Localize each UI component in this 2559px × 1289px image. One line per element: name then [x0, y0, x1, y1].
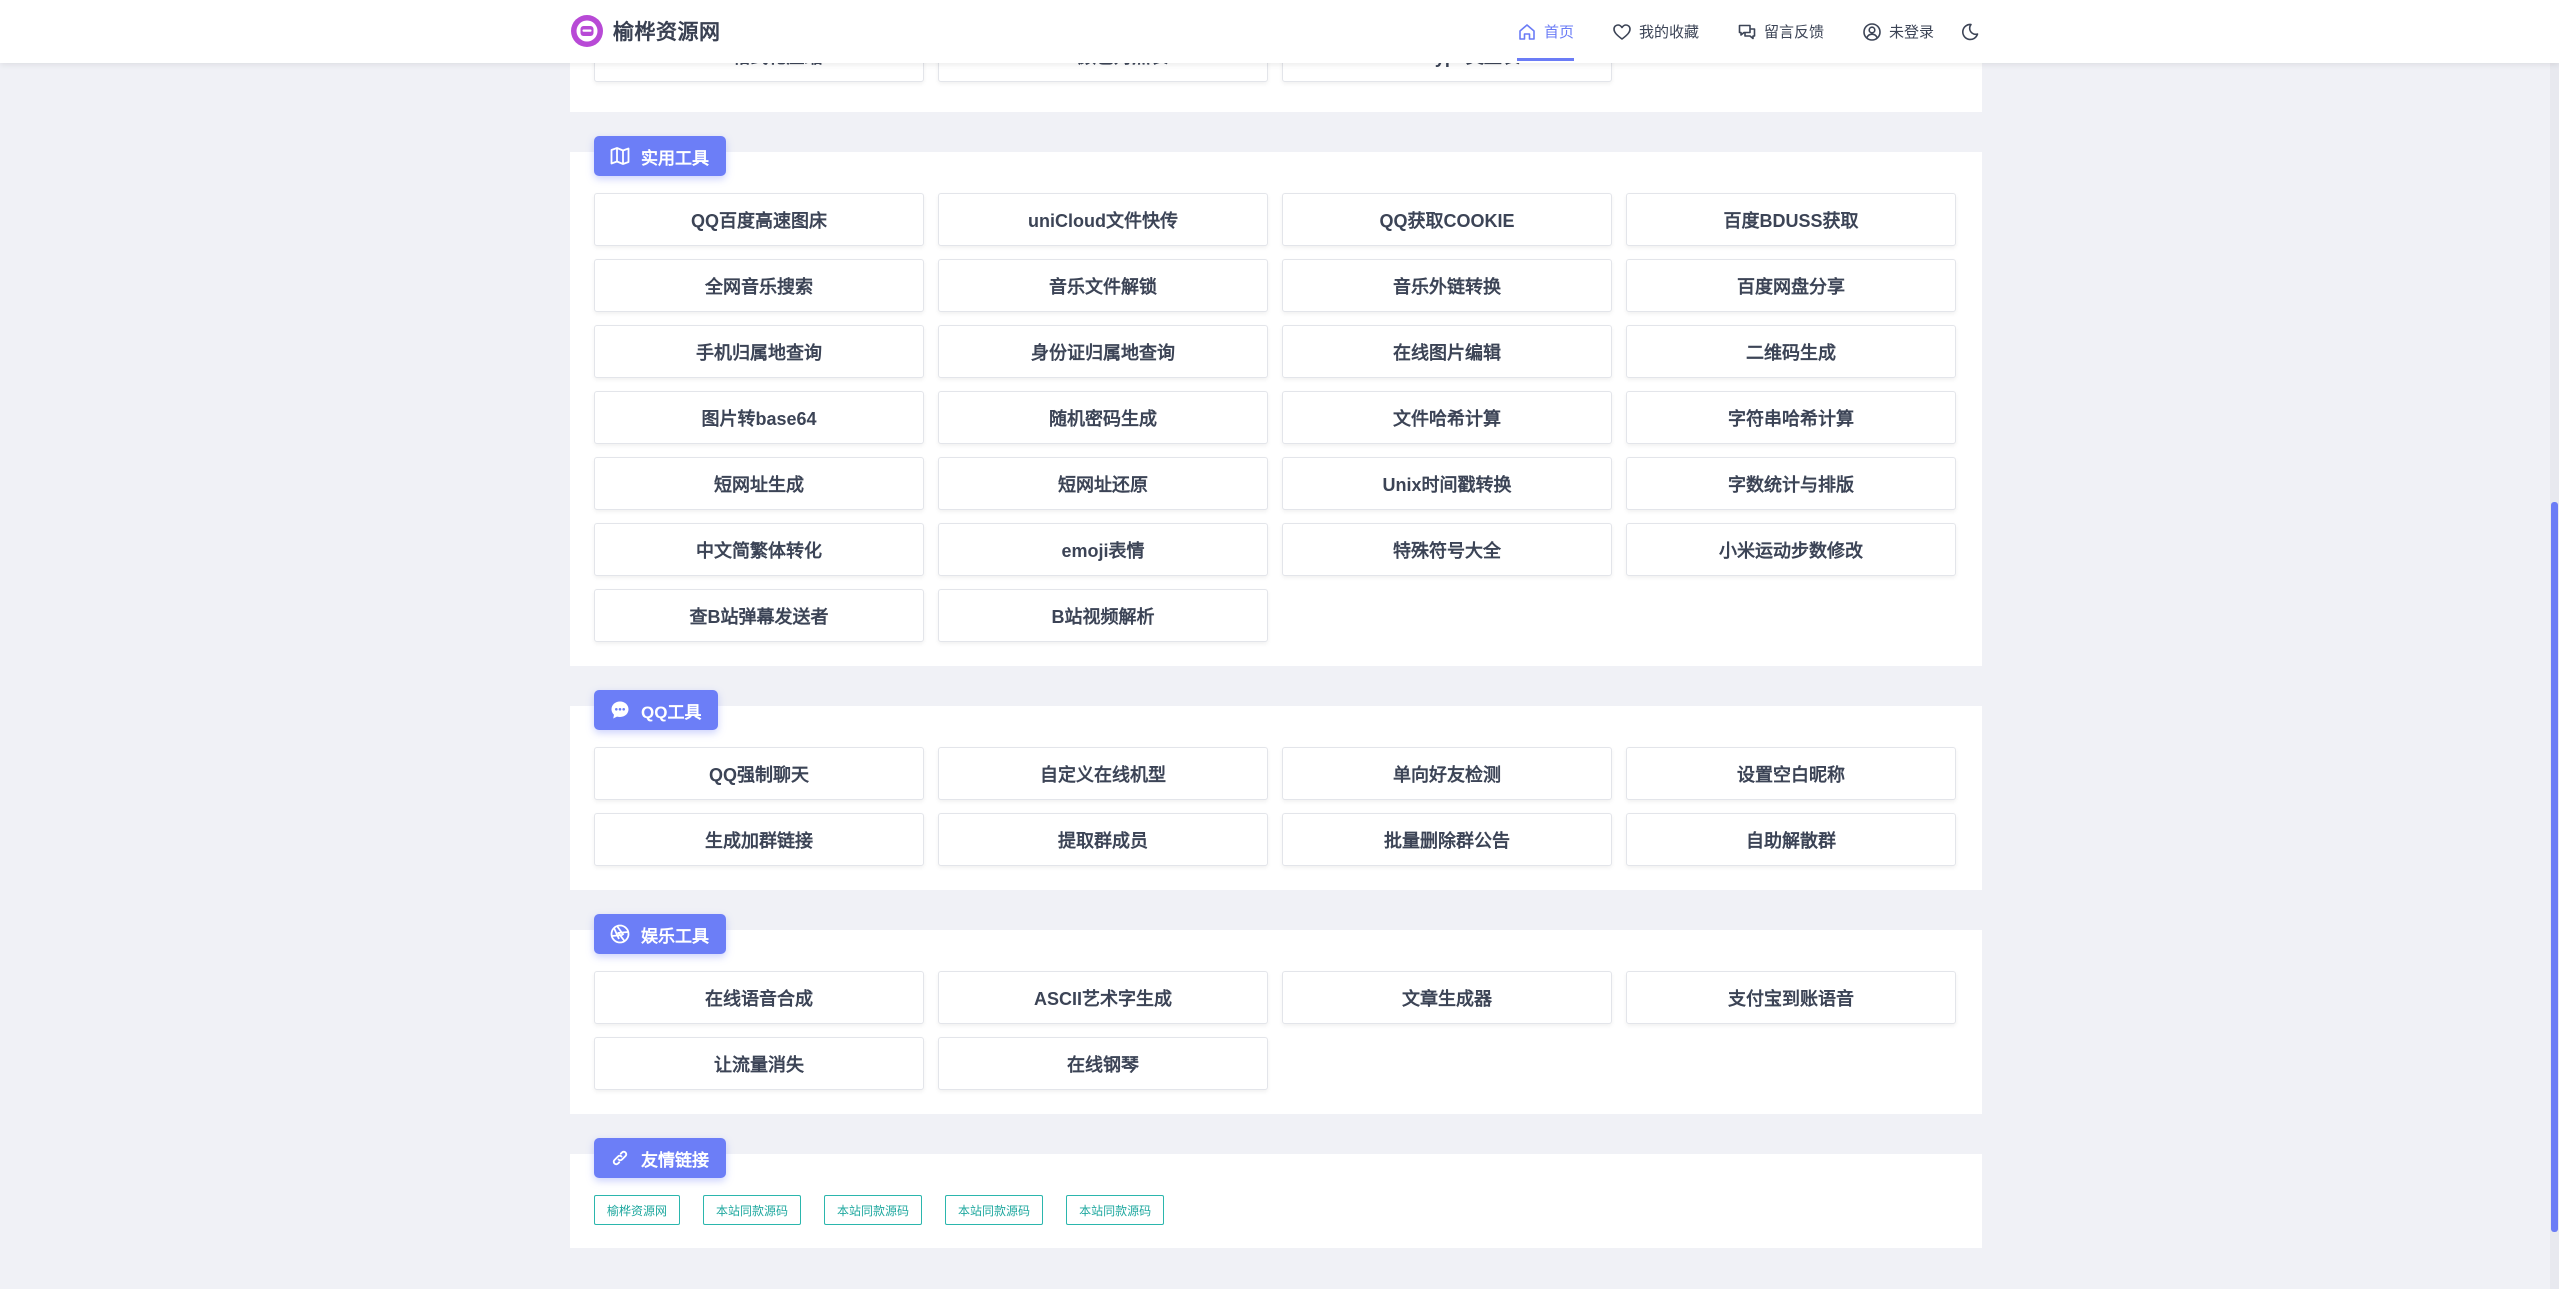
section-badge: 娱乐工具: [594, 914, 726, 954]
nav-feedback[interactable]: 留言反馈: [1737, 0, 1824, 63]
section-badge: 友情链接: [594, 1138, 726, 1178]
tool-button[interactable]: 全网音乐搜索: [594, 259, 924, 312]
tool-button[interactable]: B站视频解析: [938, 589, 1268, 642]
section-fun-tools: 娱乐工具 在线语音合成 ASCII艺术字生成 文章生成器 支付宝到账语音 让流量…: [570, 914, 1982, 1114]
friend-link[interactable]: 榆桦资源网: [594, 1195, 681, 1225]
tool-button[interactable]: 短网址还原: [938, 457, 1268, 510]
section-qq-tools: QQ工具 QQ强制聊天 自定义在线机型 单向好友检测 设置空白昵称 生成加群链接…: [570, 690, 1982, 890]
tool-grid: QQ百度高速图床 uniCloud文件快传 QQ获取COOKIE 百度BDUSS…: [594, 193, 1958, 642]
tool-button[interactable]: 自助解散群: [1626, 813, 1956, 866]
tool-button[interactable]: 设置空白昵称: [1626, 747, 1956, 800]
tool-button[interactable]: Unix时间戳转换: [1282, 457, 1612, 510]
tool-button[interactable]: 让流量消失: [594, 1037, 924, 1090]
tool-button[interactable]: 字符串哈希计算: [1626, 391, 1956, 444]
tool-button[interactable]: 手机归属地查询: [594, 325, 924, 378]
tool-button[interactable]: 特殊符号大全: [1282, 523, 1612, 576]
tool-button[interactable]: 批量删除群公告: [1282, 813, 1612, 866]
scrollbar-thumb[interactable]: [2551, 502, 2558, 1232]
nav-favorites-label: 我的收藏: [1638, 24, 1699, 41]
tool-button[interactable]: 查B站弹幕发送者: [594, 589, 924, 642]
section-badge: QQ工具: [594, 690, 719, 730]
tool-button[interactable]: 中文简繁体转化: [594, 523, 924, 576]
nav-feedback-label: 留言反馈: [1763, 24, 1824, 41]
page-scrollbar[interactable]: [2550, 0, 2559, 1289]
section-title: 实用工具: [641, 148, 709, 168]
tool-button[interactable]: QQ百度高速图床: [594, 193, 924, 246]
tool-button[interactable]: emoji表情: [938, 523, 1268, 576]
site-name: 榆桦资源网: [613, 21, 721, 44]
tool-button[interactable]: 在线语音合成: [594, 971, 924, 1024]
logo-icon: [571, 15, 603, 47]
section-practical-tools: 实用工具 QQ百度高速图床 uniCloud文件快传 QQ获取COOKIE 百度…: [570, 136, 1982, 666]
tool-button[interactable]: 字数统计与排版: [1626, 457, 1956, 510]
tool-button[interactable]: QQ强制聊天: [594, 747, 924, 800]
tool-button[interactable]: 在线图片编辑: [1282, 325, 1612, 378]
tool-button[interactable]: 文章生成器: [1282, 971, 1612, 1024]
section-badge: 实用工具: [594, 136, 726, 176]
link-icon: [612, 1150, 628, 1166]
tool-button[interactable]: QQ获取COOKIE: [1282, 193, 1612, 246]
nav-home[interactable]: 首页: [1516, 0, 1574, 63]
nav-favorites[interactable]: 我的收藏: [1612, 0, 1699, 63]
heart-icon: [1613, 23, 1631, 40]
tool-button[interactable]: 单向好友检测: [1282, 747, 1612, 800]
nav-home-label: 首页: [1543, 24, 1574, 41]
home-icon: [1519, 23, 1535, 40]
tool-grid: QQ强制聊天 自定义在线机型 单向好友检测 设置空白昵称 生成加群链接 提取群成…: [594, 747, 1958, 866]
moon-icon: [1962, 23, 1979, 40]
tool-button[interactable]: 百度网盘分享: [1626, 259, 1956, 312]
chat-icon: [1738, 24, 1756, 39]
tool-button[interactable]: 生成加群链接: [594, 813, 924, 866]
tool-button[interactable]: 音乐文件解锁: [938, 259, 1268, 312]
tool-button[interactable]: 提取群成员: [938, 813, 1268, 866]
section-title: 娱乐工具: [641, 926, 709, 946]
tool-button[interactable]: 二维码生成: [1626, 325, 1956, 378]
nav-login[interactable]: 未登录: [1862, 0, 1934, 63]
nav-login-label: 未登录: [1888, 24, 1934, 41]
tool-button[interactable]: 自定义在线机型: [938, 747, 1268, 800]
tool-button[interactable]: 百度BDUSS获取: [1626, 193, 1956, 246]
tool-button[interactable]: 音乐外链转换: [1282, 259, 1612, 312]
main-nav: 首页 我的收藏 留言反馈 未登录: [1479, 0, 1982, 63]
friend-link[interactable]: 本站同款源码: [703, 1195, 802, 1225]
tool-button[interactable]: 随机密码生成: [938, 391, 1268, 444]
tool-grid: 在线语音合成 ASCII艺术字生成 文章生成器 支付宝到账语音 让流量消失 在线…: [594, 971, 1958, 1090]
aperture-icon: [610, 924, 630, 944]
tool-button[interactable]: ASCII艺术字生成: [938, 971, 1268, 1024]
friend-link[interactable]: 本站同款源码: [945, 1195, 1044, 1225]
user-icon: [1863, 22, 1881, 41]
tool-button[interactable]: uniCloud文件快传: [938, 193, 1268, 246]
tool-button[interactable]: 支付宝到账语音: [1626, 971, 1956, 1024]
friend-link[interactable]: 本站同款源码: [1066, 1195, 1165, 1225]
map-icon: [610, 147, 630, 165]
tool-button[interactable]: 在线钢琴: [938, 1037, 1268, 1090]
friend-links-list: 榆桦资源网 本站同款源码 本站同款源码 本站同款源码 本站同款源码: [594, 1195, 1187, 1225]
message-bubble-icon: [611, 701, 629, 719]
section-title: QQ工具: [641, 702, 702, 722]
site-logo[interactable]: 榆桦资源网: [570, 14, 721, 48]
tool-button[interactable]: 身份证归属地查询: [938, 325, 1268, 378]
tool-button[interactable]: 小米运动步数修改: [1626, 523, 1956, 576]
section-title: 友情链接: [641, 1150, 709, 1170]
tool-button[interactable]: 图片转base64: [594, 391, 924, 444]
tool-button[interactable]: 文件哈希计算: [1282, 391, 1612, 444]
section-friend-links: 友情链接 榆桦资源网 本站同款源码 本站同款源码 本站同款源码 本站同款源码: [570, 1138, 1982, 1248]
theme-toggle[interactable]: [1960, 21, 1982, 43]
tool-button[interactable]: 短网址生成: [594, 457, 924, 510]
top-navbar: 榆桦资源网 首页 我的收藏 留言反馈 未登录: [0, 0, 2559, 63]
friend-link[interactable]: 本站同款源码: [824, 1195, 923, 1225]
